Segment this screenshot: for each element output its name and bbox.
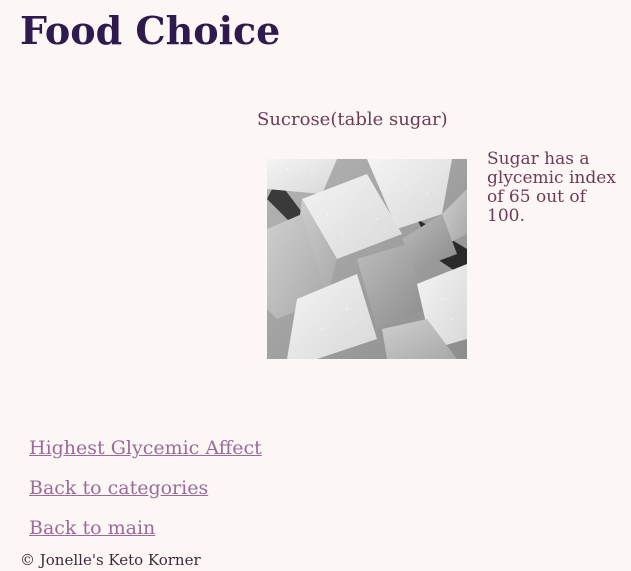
page-title: Food Choice	[20, 8, 281, 53]
back-to-main-link[interactable]: Back to main	[29, 517, 155, 539]
highest-glycemic-affect-link[interactable]: Highest Glycemic Affect	[29, 437, 262, 459]
back-to-categories-link[interactable]: Back to categories	[29, 477, 208, 499]
sugar-cubes-image	[267, 159, 467, 359]
glycemic-description: Sugar has a glycemic index of 65 out of …	[487, 149, 616, 226]
copyright-footer: © Jonelle's Keto Korner	[20, 551, 201, 569]
food-name: Sucrose(table sugar)	[257, 109, 448, 130]
